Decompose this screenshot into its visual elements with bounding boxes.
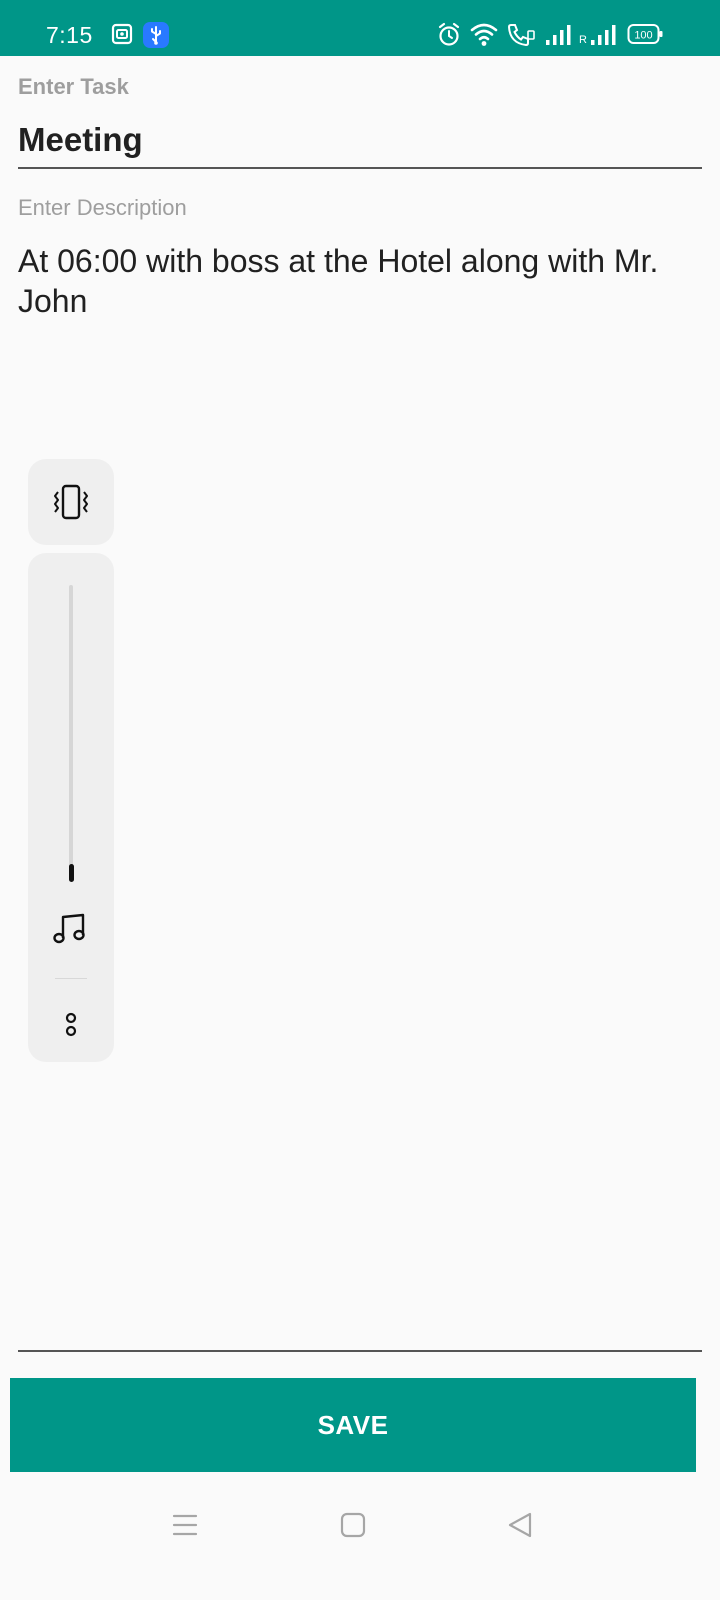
status-bar: 7:15 R 100 bbox=[0, 0, 720, 56]
menu-icon[interactable] bbox=[171, 1511, 199, 1539]
alarm-icon bbox=[438, 22, 460, 46]
roaming-label: R bbox=[579, 34, 587, 46]
volte-call-icon bbox=[507, 24, 535, 47]
home-icon[interactable] bbox=[339, 1511, 367, 1539]
signal-icon bbox=[546, 25, 571, 45]
media-volume-slider[interactable] bbox=[69, 585, 73, 869]
ringer-mode-button[interactable] bbox=[28, 459, 114, 545]
task-input[interactable]: Meeting bbox=[18, 121, 143, 159]
back-icon[interactable] bbox=[506, 1511, 534, 1539]
save-button[interactable]: SAVE bbox=[10, 1378, 696, 1472]
music-note-icon bbox=[53, 913, 85, 944]
more-options-icon[interactable] bbox=[61, 1012, 81, 1040]
screen-recorder-icon bbox=[111, 23, 133, 45]
battery-icon: 100 bbox=[627, 24, 663, 44]
status-time: 7:15 bbox=[46, 22, 93, 48]
wifi-icon bbox=[470, 23, 498, 46]
media-volume-panel bbox=[28, 553, 114, 1062]
vibrate-icon bbox=[54, 484, 88, 520]
battery-level: 100 bbox=[634, 30, 652, 42]
description-input-underline bbox=[18, 1350, 702, 1352]
panel-divider bbox=[55, 978, 87, 979]
media-volume-thumb[interactable] bbox=[69, 864, 74, 882]
usb-debugging-icon bbox=[143, 22, 169, 48]
description-input[interactable]: At 06:00 with boss at the Hotel along wi… bbox=[18, 241, 708, 321]
task-label: Enter Task bbox=[18, 74, 129, 99]
roaming-signal-icon bbox=[591, 25, 616, 45]
description-label: Enter Description bbox=[18, 195, 187, 220]
navigation-bar bbox=[0, 1480, 720, 1600]
task-input-underline bbox=[18, 167, 702, 169]
